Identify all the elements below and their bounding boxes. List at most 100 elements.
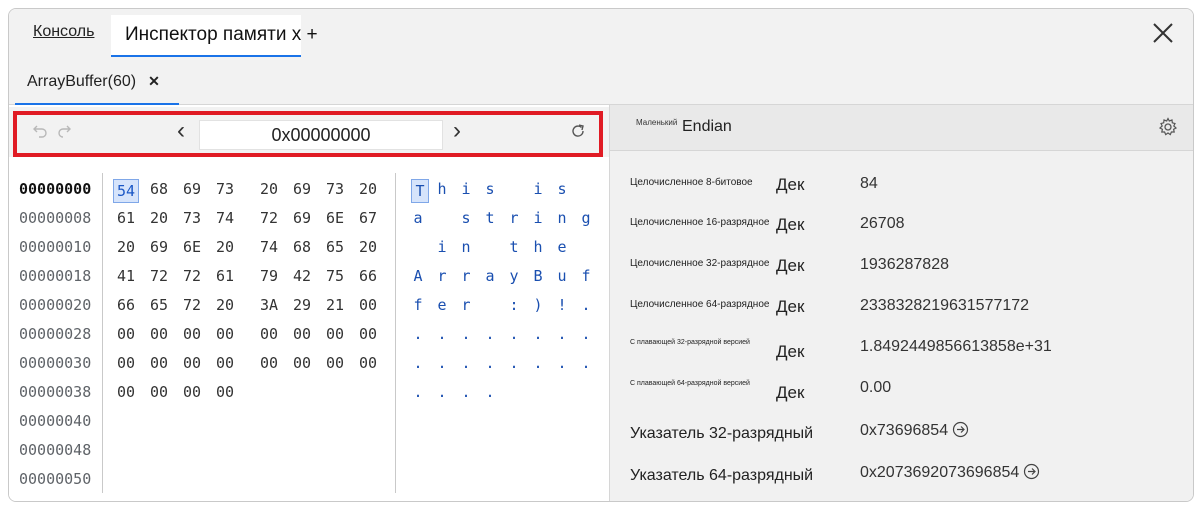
byte-cell[interactable]: 61	[113, 204, 139, 233]
byte-cell[interactable]: 21	[322, 291, 348, 320]
byte-cell[interactable]: 29	[289, 291, 315, 320]
char-cell[interactable]: B	[531, 262, 545, 291]
char-cell[interactable]: i	[435, 233, 449, 262]
byte-cell[interactable]: 00	[289, 320, 315, 349]
char-cell[interactable]: .	[507, 349, 521, 378]
char-cell[interactable]: .	[555, 320, 569, 349]
char-cell[interactable]: y	[507, 262, 521, 291]
byte-cell[interactable]: 20	[256, 175, 282, 204]
char-cell[interactable]: e	[555, 233, 569, 262]
char-cell[interactable]: .	[411, 320, 425, 349]
byte-cell[interactable]: 20	[212, 291, 238, 320]
char-cell[interactable]: f	[579, 262, 593, 291]
char-cell[interactable]: .	[459, 349, 473, 378]
byte-cell[interactable]: 3A	[256, 291, 282, 320]
endian-mode[interactable]: Маленький	[636, 118, 677, 127]
byte-cell[interactable]: 68	[146, 175, 172, 204]
char-cell[interactable]: t	[483, 204, 497, 233]
byte-cell[interactable]: 00	[113, 378, 139, 407]
format-selector[interactable]: Дек	[776, 297, 804, 317]
char-cell[interactable]: :	[507, 291, 521, 320]
char-cell[interactable]: .	[531, 349, 545, 378]
byte-cell[interactable]: 54	[113, 179, 139, 203]
jump-to-address-icon[interactable]	[952, 421, 969, 438]
byte-cell[interactable]: 69	[289, 175, 315, 204]
format-selector[interactable]: Дек	[776, 342, 804, 362]
byte-cell[interactable]: 69	[179, 175, 205, 204]
char-cell[interactable]: .	[579, 349, 593, 378]
byte-cell[interactable]: 00	[113, 320, 139, 349]
byte-cell[interactable]: 73	[212, 175, 238, 204]
byte-cell[interactable]: 72	[179, 262, 205, 291]
byte-cell[interactable]: 65	[322, 233, 348, 262]
char-cell[interactable]: s	[483, 175, 497, 204]
char-cell[interactable]: .	[459, 320, 473, 349]
format-selector[interactable]: Дек	[776, 256, 804, 276]
char-cell[interactable]: i	[531, 204, 545, 233]
byte-cell[interactable]: 73	[322, 175, 348, 204]
byte-cell[interactable]: 00	[212, 349, 238, 378]
char-cell[interactable]: i	[531, 175, 545, 204]
char-cell[interactable]: h	[531, 233, 545, 262]
char-cell[interactable]: a	[411, 204, 425, 233]
char-cell[interactable]: !	[555, 291, 569, 320]
char-cell[interactable]: e	[435, 291, 449, 320]
jump-to-address-icon[interactable]	[1023, 463, 1040, 480]
byte-cell[interactable]: 00	[179, 349, 205, 378]
byte-cell[interactable]: 00	[322, 349, 348, 378]
byte-cell[interactable]: 20	[355, 175, 381, 204]
char-cell[interactable]: .	[579, 320, 593, 349]
char-cell[interactable]: .	[483, 349, 497, 378]
format-selector[interactable]: Дек	[776, 215, 804, 235]
byte-cell[interactable]: 20	[146, 204, 172, 233]
byte-cell[interactable]: 74	[212, 204, 238, 233]
byte-cell[interactable]: 00	[146, 349, 172, 378]
char-cell[interactable]: i	[459, 175, 473, 204]
byte-cell[interactable]: 00	[146, 378, 172, 407]
byte-cell[interactable]: 20	[113, 233, 139, 262]
byte-cell[interactable]: 6E	[322, 204, 348, 233]
format-selector[interactable]: Дек	[776, 175, 804, 195]
char-cell[interactable]: .	[579, 291, 593, 320]
byte-cell[interactable]: 00	[179, 320, 205, 349]
byte-cell[interactable]: 66	[113, 291, 139, 320]
byte-cell[interactable]: 42	[289, 262, 315, 291]
char-cell[interactable]: .	[411, 378, 425, 407]
byte-cell[interactable]: 41	[113, 262, 139, 291]
char-cell[interactable]: a	[483, 262, 497, 291]
byte-cell[interactable]: 68	[289, 233, 315, 262]
char-cell[interactable]: )	[531, 291, 545, 320]
format-selector[interactable]: Дек	[776, 383, 804, 403]
byte-cell[interactable]: 20	[355, 233, 381, 262]
byte-cell[interactable]: 74	[256, 233, 282, 262]
byte-cell[interactable]: 00	[355, 291, 381, 320]
char-cell[interactable]: .	[483, 320, 497, 349]
char-cell[interactable]: .	[507, 320, 521, 349]
char-cell[interactable]: .	[555, 349, 569, 378]
byte-cell[interactable]: 72	[256, 204, 282, 233]
byte-cell[interactable]: 00	[289, 349, 315, 378]
byte-cell[interactable]: 67	[355, 204, 381, 233]
byte-cell[interactable]: 75	[322, 262, 348, 291]
char-cell[interactable]: g	[579, 204, 593, 233]
byte-cell[interactable]: 69	[289, 204, 315, 233]
tab-console[interactable]: Консоль	[33, 23, 94, 41]
byte-cell[interactable]: 72	[179, 291, 205, 320]
char-cell[interactable]: r	[459, 262, 473, 291]
byte-cell[interactable]: 00	[212, 320, 238, 349]
char-cell[interactable]: .	[531, 320, 545, 349]
char-cell[interactable]: h	[435, 175, 449, 204]
char-cell[interactable]: s	[459, 204, 473, 233]
char-cell[interactable]: f	[411, 291, 425, 320]
byte-cell[interactable]: 00	[146, 320, 172, 349]
close-icon[interactable]	[1149, 19, 1177, 47]
tab-arraybuffer[interactable]: ArrayBuffer(60) ✕	[15, 65, 179, 105]
byte-cell[interactable]: 00	[355, 320, 381, 349]
byte-cell[interactable]: 69	[146, 233, 172, 262]
char-cell[interactable]: s	[555, 175, 569, 204]
byte-cell[interactable]: 6E	[179, 233, 205, 262]
char-cell[interactable]: r	[507, 204, 521, 233]
byte-cell[interactable]: 00	[322, 320, 348, 349]
byte-cell[interactable]: 00	[355, 349, 381, 378]
byte-cell[interactable]: 00	[256, 349, 282, 378]
